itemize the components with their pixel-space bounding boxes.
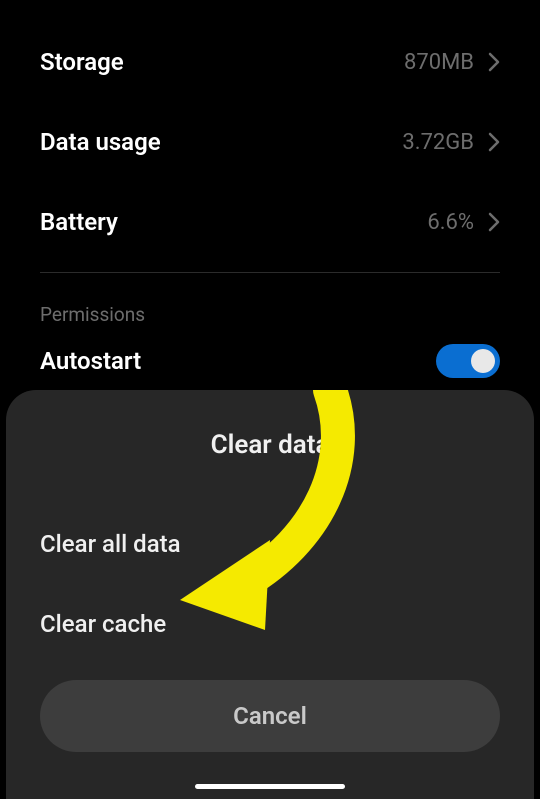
chevron-right-icon xyxy=(488,212,500,232)
toggle-knob xyxy=(471,349,495,373)
toggle-switch[interactable] xyxy=(436,344,500,378)
row-data-usage[interactable]: Data usage 3.72GB xyxy=(40,102,500,182)
row-label: Data usage xyxy=(40,128,161,156)
chevron-right-icon xyxy=(488,52,500,72)
divider xyxy=(40,272,500,273)
bottom-sheet: Clear data Clear all data Clear cache Ca… xyxy=(6,390,534,799)
option-clear-cache[interactable]: Clear cache xyxy=(6,584,534,664)
row-battery[interactable]: Battery 6.6% xyxy=(40,182,500,262)
row-label: Storage xyxy=(40,48,124,76)
row-autostart[interactable]: Autostart xyxy=(40,344,500,378)
row-label: Autostart xyxy=(40,347,141,375)
sheet-title: Clear data xyxy=(6,430,534,460)
row-value: 3.72GB xyxy=(402,130,474,155)
row-value: 870MB xyxy=(404,50,474,75)
row-label: Battery xyxy=(40,208,118,236)
home-indicator[interactable] xyxy=(195,784,345,789)
section-header-permissions: Permissions xyxy=(40,303,500,326)
row-storage[interactable]: Storage 870MB xyxy=(40,22,500,102)
chevron-right-icon xyxy=(488,132,500,152)
row-value: 6.6% xyxy=(427,210,474,235)
cancel-button[interactable]: Cancel xyxy=(40,680,500,752)
option-clear-all-data[interactable]: Clear all data xyxy=(6,504,534,584)
